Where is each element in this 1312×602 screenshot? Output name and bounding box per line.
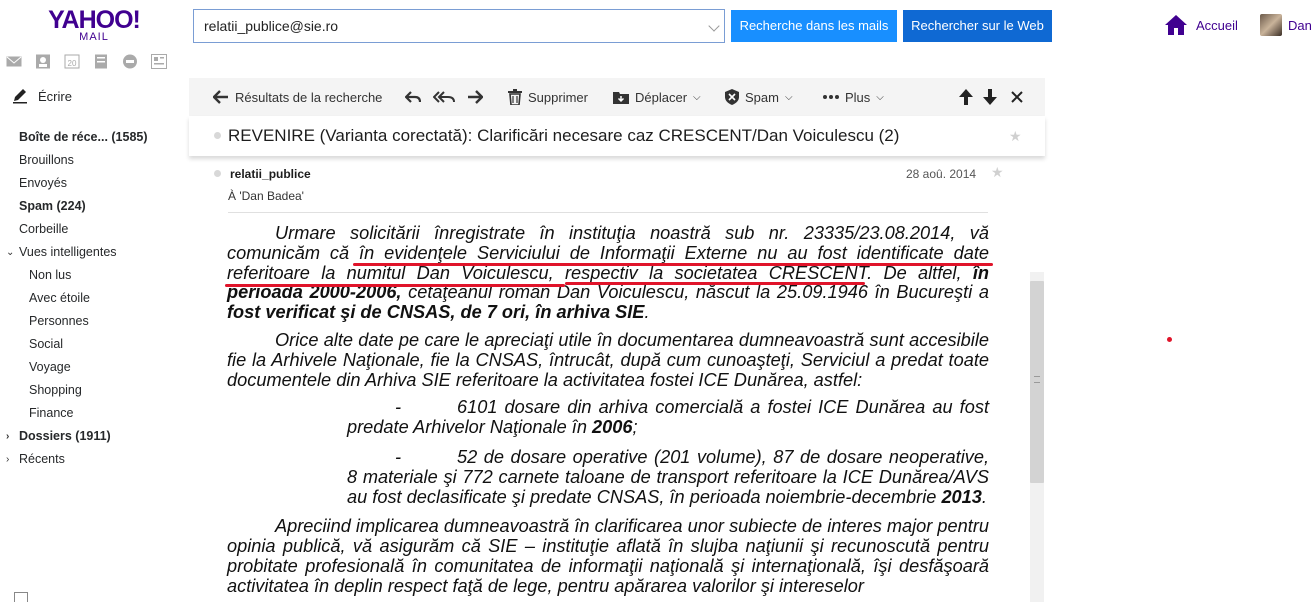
search-box[interactable] [193,9,725,43]
folder-spam[interactable]: Spam (224) [0,195,188,218]
trash-icon [508,89,522,105]
paragraph-2: Orice alte date pe care le apreciaţi uti… [227,329,989,390]
paragraph-3: Apreciind implicarea dumneavoastră în cl… [227,516,989,596]
list-item-2: -52 de dosare operative (201 volume), 87… [347,446,989,507]
search-input[interactable] [194,10,684,42]
home-icon [1165,15,1187,35]
folder-trash[interactable]: Corbeille [0,218,188,241]
avatar [1260,14,1282,36]
chevron-down-icon: ⌄ [6,247,15,258]
chevron-down-icon: ⌵ [876,91,884,103]
folder-drafts[interactable]: Brouillons [0,149,188,172]
read-status-dot[interactable] [214,132,221,139]
scrollbar-grip [1034,376,1040,383]
view-starred[interactable]: Avec étoile [0,287,188,310]
spam-button[interactable]: Spam ⌵ [725,78,793,116]
arrow-right-icon [468,90,483,104]
calendar-icon[interactable]: 20 [64,54,80,69]
search-web-button[interactable]: Rechercher sur le Web [903,10,1052,42]
arrow-left-icon [213,90,228,104]
search-mail-button[interactable]: Recherche dans les mails [731,10,897,42]
yahoo-mail-logo[interactable]: YAHOO! MAIL [48,6,141,43]
messenger-icon[interactable] [122,54,138,69]
close-icon [1011,91,1023,103]
home-label: Accueil [1196,17,1238,33]
message-body-pane: relatii_publice 28 aoû. 2014 ★ À 'Dan Ba… [189,156,1045,602]
pencil-icon [13,89,27,104]
message-panel: Résultats de la recherche Supprimer Dépl… [189,78,1045,602]
arrow-up-icon [959,89,973,105]
compose-button[interactable]: Écrire [12,88,72,104]
delete-button[interactable]: Supprimer [508,78,588,116]
reply-button[interactable] [405,78,421,116]
view-unread[interactable]: Non lus [0,264,188,287]
recents-toggle[interactable]: › Récents [0,448,188,471]
star-icon[interactable]: ★ [991,164,1004,181]
folders-toggle[interactable]: › Dossiers (1911) [0,425,188,448]
compose-label: Écrire [38,88,72,104]
forward-button[interactable] [467,78,483,116]
recipient-line: À 'Dan Badea' [228,189,304,203]
reply-icon [405,91,421,103]
yahoo-mail-window: YAHOO! MAIL Recherche dans les mails Rec… [0,0,1312,602]
folder-inbox[interactable]: Boîte de réce... (1585) [0,126,188,149]
close-message-button[interactable] [1011,78,1023,116]
user-menu[interactable]: Dan [1260,14,1312,36]
folder-sent[interactable]: Envoyés [0,172,188,195]
view-people[interactable]: Personnes [0,310,188,333]
move-button[interactable]: Déplacer ⌵ [613,78,701,116]
paragraph-1: Urmare solicitării înregistrate în insti… [227,223,989,323]
chevron-down-icon[interactable] [708,20,720,32]
folder-move-icon [613,92,629,104]
svg-text:20: 20 [68,59,77,68]
red-underline-3 [565,282,865,285]
more-button[interactable]: Plus ⌵ [823,78,884,116]
previous-message-button[interactable] [959,78,973,116]
reply-all-button[interactable] [433,78,455,116]
list-item-1: -6101 dosare din arhiva comercială a fos… [347,397,989,438]
mail-icon[interactable] [6,54,22,69]
chevron-right-icon: › [6,431,10,442]
message-subject: REVENIRE (Varianta corectată): Clarifică… [228,126,900,145]
notepad-icon[interactable] [93,54,109,69]
sender-name[interactable]: relatii_publice [230,167,311,181]
header-divider [228,212,988,213]
view-finance[interactable]: Finance [0,402,188,425]
app-switcher: 20 [6,54,167,69]
next-message-button[interactable] [983,78,997,116]
chevron-down-icon: ⌵ [693,91,701,103]
view-travel[interactable]: Voyage [0,356,188,379]
red-underline-1 [353,263,993,266]
logo-text: YAHOO! [48,6,141,34]
user-name: Dan [1288,17,1312,33]
back-to-results-button[interactable]: Résultats de la recherche [213,78,382,116]
home-link[interactable]: Accueil [1164,14,1238,36]
star-icon[interactable]: ★ [1009,128,1022,145]
message-body: Urmare solicitării înregistrate în insti… [227,223,989,602]
view-social[interactable]: Social [0,333,188,356]
chevron-down-icon: ⌵ [784,91,793,103]
subject-bar: REVENIRE (Varianta corectată): Clarifică… [189,116,1045,156]
smart-views-toggle[interactable]: ⌄ Vues intelligentes [0,241,188,264]
reply-all-icon [433,91,455,103]
message-toolbar: Résultats de la recherche Supprimer Dépl… [189,78,1045,116]
ellipsis-icon [823,95,839,99]
shield-icon [725,89,739,105]
view-shopping[interactable]: Shopping [0,379,188,402]
contacts-icon[interactable] [35,54,51,69]
arrow-down-icon [983,89,997,105]
chevron-right-icon: › [6,454,10,465]
read-status-dot[interactable] [214,170,221,177]
newsfeed-icon[interactable] [151,54,167,69]
message-date: 28 aoû. 2014 [906,167,977,181]
red-underline-2 [225,284,565,287]
red-marker-dot [1167,337,1172,342]
folder-list: Boîte de réce... (1585) Brouillons Envoy… [0,126,188,471]
bottom-left-icon[interactable] [14,592,28,602]
